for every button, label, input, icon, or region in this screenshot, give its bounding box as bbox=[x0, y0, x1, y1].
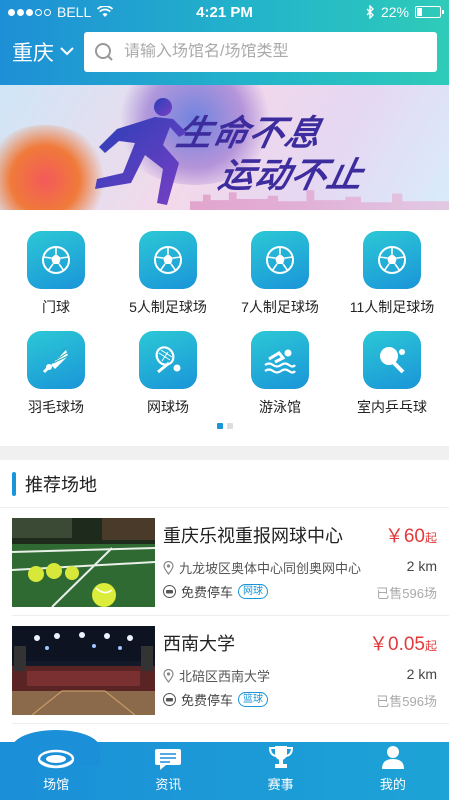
venue-sold-count: 已售596场 bbox=[376, 586, 437, 601]
car-icon bbox=[163, 693, 176, 706]
search-row: 重庆 bbox=[0, 24, 449, 79]
swimming-icon bbox=[264, 349, 296, 374]
stadium-icon bbox=[37, 749, 75, 769]
category-label: 5人制足球场 bbox=[129, 299, 207, 315]
venue-name: 重庆乐视重报网球中心 bbox=[163, 526, 343, 546]
soccer-ball-icon bbox=[154, 246, 182, 274]
section-title: 推荐场地 bbox=[25, 474, 97, 495]
section-accent-bar bbox=[12, 471, 16, 496]
category-label: 羽毛球场 bbox=[28, 399, 84, 415]
trophy-icon bbox=[268, 746, 293, 768]
promo-banner[interactable]: 生命不息 运动不止 bbox=[0, 85, 449, 210]
venue-address: 九龙坡区奥体中心同创奥网中心 bbox=[163, 558, 361, 577]
pager-dot[interactable] bbox=[226, 423, 233, 429]
bottom-tab-bar: 场馆 资讯 赛事 我的 bbox=[0, 730, 449, 800]
wifi-icon bbox=[97, 6, 114, 17]
category-swimming[interactable]: 游泳馆 bbox=[224, 331, 336, 417]
venue-price: ￥60起 bbox=[385, 521, 437, 548]
status-right: 22% bbox=[366, 4, 444, 20]
category-label: 室内乒乓球 bbox=[357, 399, 427, 415]
venue-parking: 免费停车 网球 bbox=[163, 582, 269, 601]
location-pin-icon bbox=[163, 668, 174, 683]
address-text: 北碚区西南大学 bbox=[179, 669, 271, 684]
ping-pong-icon bbox=[380, 347, 405, 374]
battery-icon bbox=[415, 6, 444, 18]
venue-card[interactable]: 西南大学 ￥0.05起 北碚区西南大学 2 km 免费停车 篮球 已售596场 bbox=[0, 616, 449, 716]
shuttlecock-icon bbox=[42, 347, 69, 374]
category-pager bbox=[0, 423, 449, 429]
category-label: 11人制足球场 bbox=[349, 299, 435, 315]
carrier-name: BELL bbox=[57, 4, 92, 20]
user-icon bbox=[381, 746, 404, 769]
status-left: BELL bbox=[8, 4, 114, 20]
price-suffix: 起 bbox=[424, 639, 437, 653]
divider bbox=[12, 723, 449, 724]
tab-label: 我的 bbox=[379, 777, 406, 792]
location-pin-icon bbox=[163, 560, 174, 575]
category-tennis[interactable]: 网球场 bbox=[112, 331, 224, 417]
price-value: ￥60 bbox=[384, 526, 425, 547]
battery-percent: 22% bbox=[380, 4, 409, 20]
parking-text: 免费停车 bbox=[181, 585, 234, 600]
venue-price: ￥0.05起 bbox=[369, 629, 437, 656]
signal-strength-icon bbox=[8, 8, 51, 16]
category-label: 7人制足球场 bbox=[241, 299, 319, 315]
tab-label: 赛事 bbox=[267, 777, 294, 792]
banner-slogan-line2: 运动不止 bbox=[215, 156, 368, 195]
soccer-ball-icon bbox=[378, 246, 406, 274]
tab-venues[interactable]: 场馆 bbox=[0, 730, 112, 800]
address-text: 九龙坡区奥体中心同创奥网中心 bbox=[179, 561, 362, 576]
category-7-a-side-football[interactable]: 7人制足球场 bbox=[224, 231, 336, 317]
sport-tag: 篮球 bbox=[238, 692, 269, 707]
app-header: BELL 4:21 PM 22% 重庆 bbox=[0, 0, 449, 85]
venue-parking: 免费停车 篮球 bbox=[163, 690, 269, 709]
venue-distance: 2 km bbox=[406, 666, 437, 682]
tab-news[interactable]: 资讯 bbox=[112, 742, 224, 800]
venue-thumbnail-arena bbox=[12, 626, 155, 715]
venue-distance: 2 km bbox=[406, 558, 437, 574]
category-table-tennis[interactable]: 室内乒乓球 bbox=[336, 331, 448, 417]
category-badminton[interactable]: 羽毛球场 bbox=[0, 331, 112, 417]
bluetooth-icon bbox=[366, 5, 374, 19]
status-bar: BELL 4:21 PM 22% bbox=[0, 0, 449, 24]
venue-name: 西南大学 bbox=[163, 634, 235, 654]
tab-profile[interactable]: 我的 bbox=[337, 742, 449, 800]
category-11-a-side-football[interactable]: 11人制足球场 bbox=[336, 231, 448, 317]
venue-thumbnail-tennis bbox=[12, 518, 155, 607]
search-box[interactable] bbox=[84, 31, 437, 72]
recommended-section: 推荐场地 重庆乐视重报网球中心 ￥60起 九龙坡区奥体中心同创奥网中心 2 km… bbox=[0, 460, 449, 742]
category-label: 门球 bbox=[42, 299, 70, 315]
tab-label: 场馆 bbox=[43, 777, 70, 792]
soccer-ball-icon bbox=[266, 246, 294, 274]
tab-label: 资讯 bbox=[155, 777, 182, 792]
price-value: ￥0.05 bbox=[369, 634, 425, 655]
tab-events[interactable]: 赛事 bbox=[225, 742, 337, 800]
venue-card[interactable]: 重庆乐视重报网球中心 ￥60起 九龙坡区奥体中心同创奥网中心 2 km 免费停车… bbox=[0, 508, 449, 608]
category-gateball[interactable]: 门球 bbox=[0, 231, 112, 317]
category-5-a-side-football[interactable]: 5人制足球场 bbox=[112, 231, 224, 317]
soccer-ball-icon bbox=[42, 246, 70, 274]
chevron-down-icon bbox=[60, 47, 74, 56]
category-label: 网球场 bbox=[147, 399, 189, 415]
news-icon bbox=[155, 749, 182, 770]
section-header: 推荐场地 bbox=[0, 460, 449, 508]
city-selector[interactable]: 重庆 bbox=[12, 37, 84, 67]
venue-address: 北碚区西南大学 bbox=[163, 666, 270, 685]
search-icon bbox=[95, 42, 113, 61]
venue-sold-count: 已售596场 bbox=[376, 694, 437, 709]
tennis-racket-icon bbox=[155, 346, 181, 374]
parking-text: 免费停车 bbox=[181, 693, 234, 708]
category-grid: 门球 5人制足球场 7人制足球场 11人制足球场 羽毛球场 网球场 游泳馆 室内… bbox=[0, 210, 449, 446]
pager-dot-active[interactable] bbox=[216, 423, 223, 429]
price-suffix: 起 bbox=[424, 531, 437, 545]
search-input[interactable] bbox=[124, 42, 427, 61]
car-icon bbox=[163, 585, 176, 598]
sport-tag: 网球 bbox=[238, 584, 269, 599]
city-name: 重庆 bbox=[12, 41, 54, 65]
category-label: 游泳馆 bbox=[259, 399, 301, 415]
